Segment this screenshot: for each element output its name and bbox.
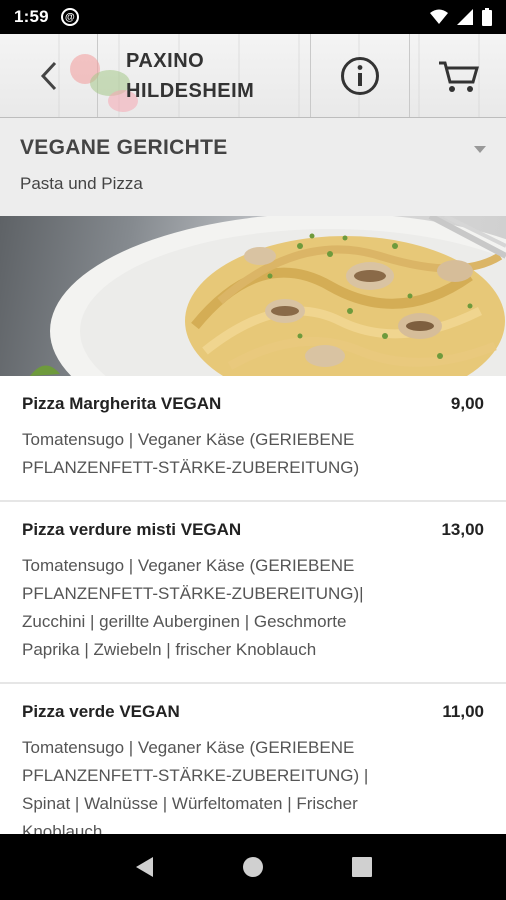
description-line: Paprika | Zwiebeln | frischer Knoblauch xyxy=(22,640,317,659)
description-line: PFLANZENFETT-STÄRKE-ZUBEREITUNG) xyxy=(22,458,360,477)
dropdown-caret-icon[interactable] xyxy=(474,146,486,153)
info-circle-icon xyxy=(341,56,379,95)
app-bar: PAXINO HILDESHEIM xyxy=(0,34,506,118)
info-button[interactable] xyxy=(311,34,410,117)
back-button[interactable] xyxy=(0,34,100,117)
menu-item-name: Pizza verde VEGAN xyxy=(22,702,180,721)
battery-icon xyxy=(482,8,492,26)
description-line: Spinat | Walnüsse | Würfeltomaten | Fris… xyxy=(22,794,358,813)
chevron-left-icon xyxy=(40,61,56,90)
description-line: Tomatensugo | Veganer Käse (GERIEBENE xyxy=(22,738,355,757)
restaurant-title: PAXINO HILDESHEIM xyxy=(90,34,311,117)
menu-item-name: Pizza Margherita VEGAN xyxy=(22,394,222,413)
description-line: PFLANZENFETT-STÄRKE-ZUBEREITUNG) | xyxy=(22,766,369,785)
menu-item-description: Tomatensugo | Veganer Käse (GERIEBENE PF… xyxy=(22,426,484,482)
cart-button[interactable] xyxy=(410,34,506,117)
title-line-2: HILDESHEIM xyxy=(126,79,255,102)
menu-item[interactable]: Pizza verde VEGAN 11,00 Tomatensugo | Ve… xyxy=(0,684,506,834)
description-line: Knoblauch xyxy=(22,822,103,834)
status-time: 1:59 xyxy=(14,7,49,26)
menu-item-list[interactable]: Pizza Margherita VEGAN 9,00 Tomatensugo … xyxy=(0,376,506,834)
menu-item-price: 9,00 xyxy=(450,394,484,413)
signal-icon xyxy=(457,9,473,25)
description-line: Tomatensugo | Veganer Käse (GERIEBENE xyxy=(22,556,355,575)
title-line-1: PAXINO xyxy=(126,49,205,72)
menu-item[interactable]: Pizza verdure misti VEGAN 13,00 Tomatens… xyxy=(0,502,506,684)
pasta-plate-illustration xyxy=(30,216,506,376)
description-line: Tomatensugo | Veganer Käse (GERIEBENE xyxy=(22,430,355,449)
menu-item[interactable]: Pizza Margherita VEGAN 9,00 Tomatensugo … xyxy=(0,376,506,502)
description-line: Zucchini | gerillte Auberginen | Geschmo… xyxy=(22,612,347,631)
status-icons xyxy=(430,8,492,26)
menu-item-price: 11,00 xyxy=(442,702,484,721)
menu-item-description: Tomatensugo | Veganer Käse (GERIEBENE PF… xyxy=(22,552,484,664)
at-icon: @ xyxy=(60,8,79,26)
menu-item-price: 13,00 xyxy=(441,520,484,539)
status-bar: 1:59 @ xyxy=(0,0,506,34)
description-line: PFLANZENFETT-STÄRKE-ZUBEREITUNG)| xyxy=(22,584,364,603)
category-header[interactable]: VEGANE GERICHTE Pasta und Pizza xyxy=(0,118,506,216)
nav-back-icon[interactable] xyxy=(133,855,155,879)
cart-icon xyxy=(439,61,479,92)
nav-home-icon[interactable] xyxy=(241,855,265,879)
system-nav-bar xyxy=(0,834,506,900)
category-subtitle: Pasta und Pizza xyxy=(20,174,143,193)
menu-item-description: Tomatensugo | Veganer Käse (GERIEBENE PF… xyxy=(22,734,484,834)
category-title: VEGANE GERICHTE xyxy=(20,136,228,159)
nav-recents-icon[interactable] xyxy=(351,856,373,878)
category-hero-image xyxy=(0,216,506,376)
wifi-icon xyxy=(430,9,448,24)
menu-item-name: Pizza verdure misti VEGAN xyxy=(22,520,242,539)
